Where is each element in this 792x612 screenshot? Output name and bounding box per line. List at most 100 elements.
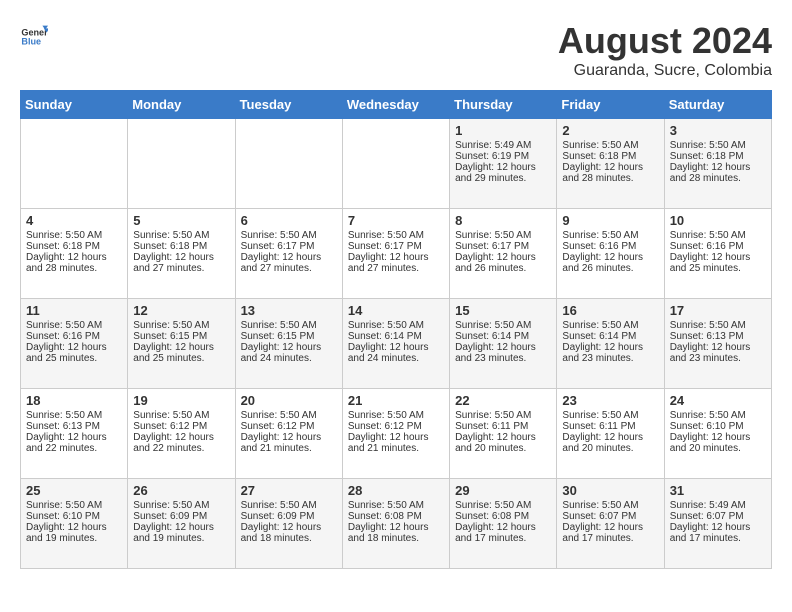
day-info: Sunrise: 5:50 AM <box>26 230 122 241</box>
day-info: Daylight: 12 hours <box>562 342 658 353</box>
day-info: Daylight: 12 hours <box>562 252 658 263</box>
calendar-cell: 19Sunrise: 5:50 AMSunset: 6:12 PMDayligh… <box>128 389 235 479</box>
day-info: Sunset: 6:08 PM <box>455 511 551 522</box>
calendar-cell: 8Sunrise: 5:50 AMSunset: 6:17 PMDaylight… <box>450 209 557 299</box>
day-info: Sunset: 6:10 PM <box>670 421 766 432</box>
day-info: Sunrise: 5:50 AM <box>26 410 122 421</box>
calendar-cell: 31Sunrise: 5:49 AMSunset: 6:07 PMDayligh… <box>664 479 771 569</box>
day-info: Sunrise: 5:50 AM <box>133 500 229 511</box>
day-info: Daylight: 12 hours <box>562 432 658 443</box>
calendar-cell: 3Sunrise: 5:50 AMSunset: 6:18 PMDaylight… <box>664 119 771 209</box>
day-info: Daylight: 12 hours <box>133 342 229 353</box>
day-info: and 25 minutes. <box>133 353 229 364</box>
day-info: Sunrise: 5:50 AM <box>241 410 337 421</box>
calendar-cell <box>235 119 342 209</box>
calendar-cell: 4Sunrise: 5:50 AMSunset: 6:18 PMDaylight… <box>21 209 128 299</box>
weekday-header-sunday: Sunday <box>21 91 128 119</box>
header: General Blue August 2024 Guaranda, Sucre… <box>20 20 772 80</box>
day-info: Daylight: 12 hours <box>241 432 337 443</box>
day-info: Sunset: 6:14 PM <box>348 331 444 342</box>
day-info: and 18 minutes. <box>348 533 444 544</box>
day-number: 7 <box>348 213 444 228</box>
day-info: Sunset: 6:16 PM <box>26 331 122 342</box>
day-info: Daylight: 12 hours <box>562 522 658 533</box>
calendar-cell: 17Sunrise: 5:50 AMSunset: 6:13 PMDayligh… <box>664 299 771 389</box>
day-info: Sunset: 6:12 PM <box>133 421 229 432</box>
day-info: Sunset: 6:17 PM <box>455 241 551 252</box>
day-info: Sunset: 6:09 PM <box>133 511 229 522</box>
day-info: Sunset: 6:14 PM <box>562 331 658 342</box>
day-number: 18 <box>26 393 122 408</box>
calendar-cell <box>128 119 235 209</box>
day-info: and 25 minutes. <box>26 353 122 364</box>
day-info: Sunset: 6:16 PM <box>670 241 766 252</box>
day-info: Sunset: 6:15 PM <box>133 331 229 342</box>
day-info: Sunset: 6:18 PM <box>562 151 658 162</box>
day-info: and 23 minutes. <box>562 353 658 364</box>
day-info: and 28 minutes. <box>670 173 766 184</box>
day-info: Daylight: 12 hours <box>670 432 766 443</box>
svg-text:Blue: Blue <box>21 37 41 47</box>
location: Guaranda, Sucre, Colombia <box>558 62 772 80</box>
day-info: Sunset: 6:18 PM <box>133 241 229 252</box>
day-number: 30 <box>562 483 658 498</box>
day-info: Sunset: 6:07 PM <box>562 511 658 522</box>
day-info: Daylight: 12 hours <box>26 432 122 443</box>
calendar-cell: 25Sunrise: 5:50 AMSunset: 6:10 PMDayligh… <box>21 479 128 569</box>
calendar-cell: 29Sunrise: 5:50 AMSunset: 6:08 PMDayligh… <box>450 479 557 569</box>
day-info: Daylight: 12 hours <box>348 252 444 263</box>
day-info: Sunrise: 5:50 AM <box>670 320 766 331</box>
day-number: 5 <box>133 213 229 228</box>
day-info: and 18 minutes. <box>241 533 337 544</box>
day-number: 2 <box>562 123 658 138</box>
day-number: 1 <box>455 123 551 138</box>
day-info: and 17 minutes. <box>455 533 551 544</box>
day-info: Daylight: 12 hours <box>241 522 337 533</box>
calendar-cell: 27Sunrise: 5:50 AMSunset: 6:09 PMDayligh… <box>235 479 342 569</box>
day-number: 10 <box>670 213 766 228</box>
calendar-cell: 18 Sunrise: 5:50 AMSunset: 6:13 PMDayligh… <box>21 389 128 479</box>
day-info: Daylight: 12 hours <box>670 252 766 263</box>
calendar-cell: 28Sunrise: 5:50 AMSunset: 6:08 PMDayligh… <box>342 479 449 569</box>
day-number: 24 <box>670 393 766 408</box>
day-info: Daylight: 12 hours <box>348 522 444 533</box>
day-info: and 29 minutes. <box>455 173 551 184</box>
title-area: August 2024 Guaranda, Sucre, Colombia <box>558 20 772 80</box>
day-info: and 17 minutes. <box>562 533 658 544</box>
day-info: Sunset: 6:13 PM <box>26 421 122 432</box>
day-info: Sunset: 6:19 PM <box>455 151 551 162</box>
day-number: 22 <box>455 393 551 408</box>
day-info: Daylight: 12 hours <box>670 162 766 173</box>
day-info: Daylight: 12 hours <box>562 162 658 173</box>
day-info: Sunrise: 5:49 AM <box>670 500 766 511</box>
day-info: Sunset: 6:08 PM <box>348 511 444 522</box>
day-info: Sunrise: 5:50 AM <box>26 320 122 331</box>
day-info: and 25 minutes. <box>670 263 766 274</box>
calendar-cell: 15Sunrise: 5:50 AMSunset: 6:14 PMDayligh… <box>450 299 557 389</box>
day-info: Daylight: 12 hours <box>241 252 337 263</box>
day-number: 11 <box>26 303 122 318</box>
day-number: 8 <box>455 213 551 228</box>
day-info: Sunrise: 5:50 AM <box>455 320 551 331</box>
weekday-header-friday: Friday <box>557 91 664 119</box>
calendar-cell: 1Sunrise: 5:49 AMSunset: 6:19 PMDaylight… <box>450 119 557 209</box>
calendar-week-1: 1 Sunrise: 5:49 AMSunset: 6:19 PM Daylight… <box>21 119 772 209</box>
day-info: Sunrise: 5:50 AM <box>26 500 122 511</box>
day-info: Sunrise: 5:50 AM <box>455 410 551 421</box>
day-number: 20 <box>241 393 337 408</box>
calendar-cell: 16Sunrise: 5:50 AMSunset: 6:14 PMDayligh… <box>557 299 664 389</box>
day-info: Daylight: 12 hours <box>348 342 444 353</box>
calendar-cell: 21Sunrise: 5:50 AMSunset: 6:12 PMDayligh… <box>342 389 449 479</box>
day-info: and 19 minutes. <box>26 533 122 544</box>
day-number: 28 <box>348 483 444 498</box>
day-info: and 27 minutes. <box>241 263 337 274</box>
day-info: Daylight: 12 hours <box>455 342 551 353</box>
weekday-header-row: SundayMondayTuesdayWednesdayThursdayFrid… <box>21 91 772 119</box>
calendar-cell: 6Sunrise: 5:50 AMSunset: 6:17 PMDaylight… <box>235 209 342 299</box>
calendar-cell: 5Sunrise: 5:50 AMSunset: 6:18 PMDaylight… <box>128 209 235 299</box>
day-info: Sunrise: 5:49 AM <box>455 140 551 151</box>
day-info: and 21 minutes. <box>241 443 337 454</box>
day-info: and 17 minutes. <box>670 533 766 544</box>
day-number: 25 <box>26 483 122 498</box>
calendar-body: 1Sunrise: 5:49 AMSunset: 6:19 PMDaylight… <box>21 119 772 569</box>
